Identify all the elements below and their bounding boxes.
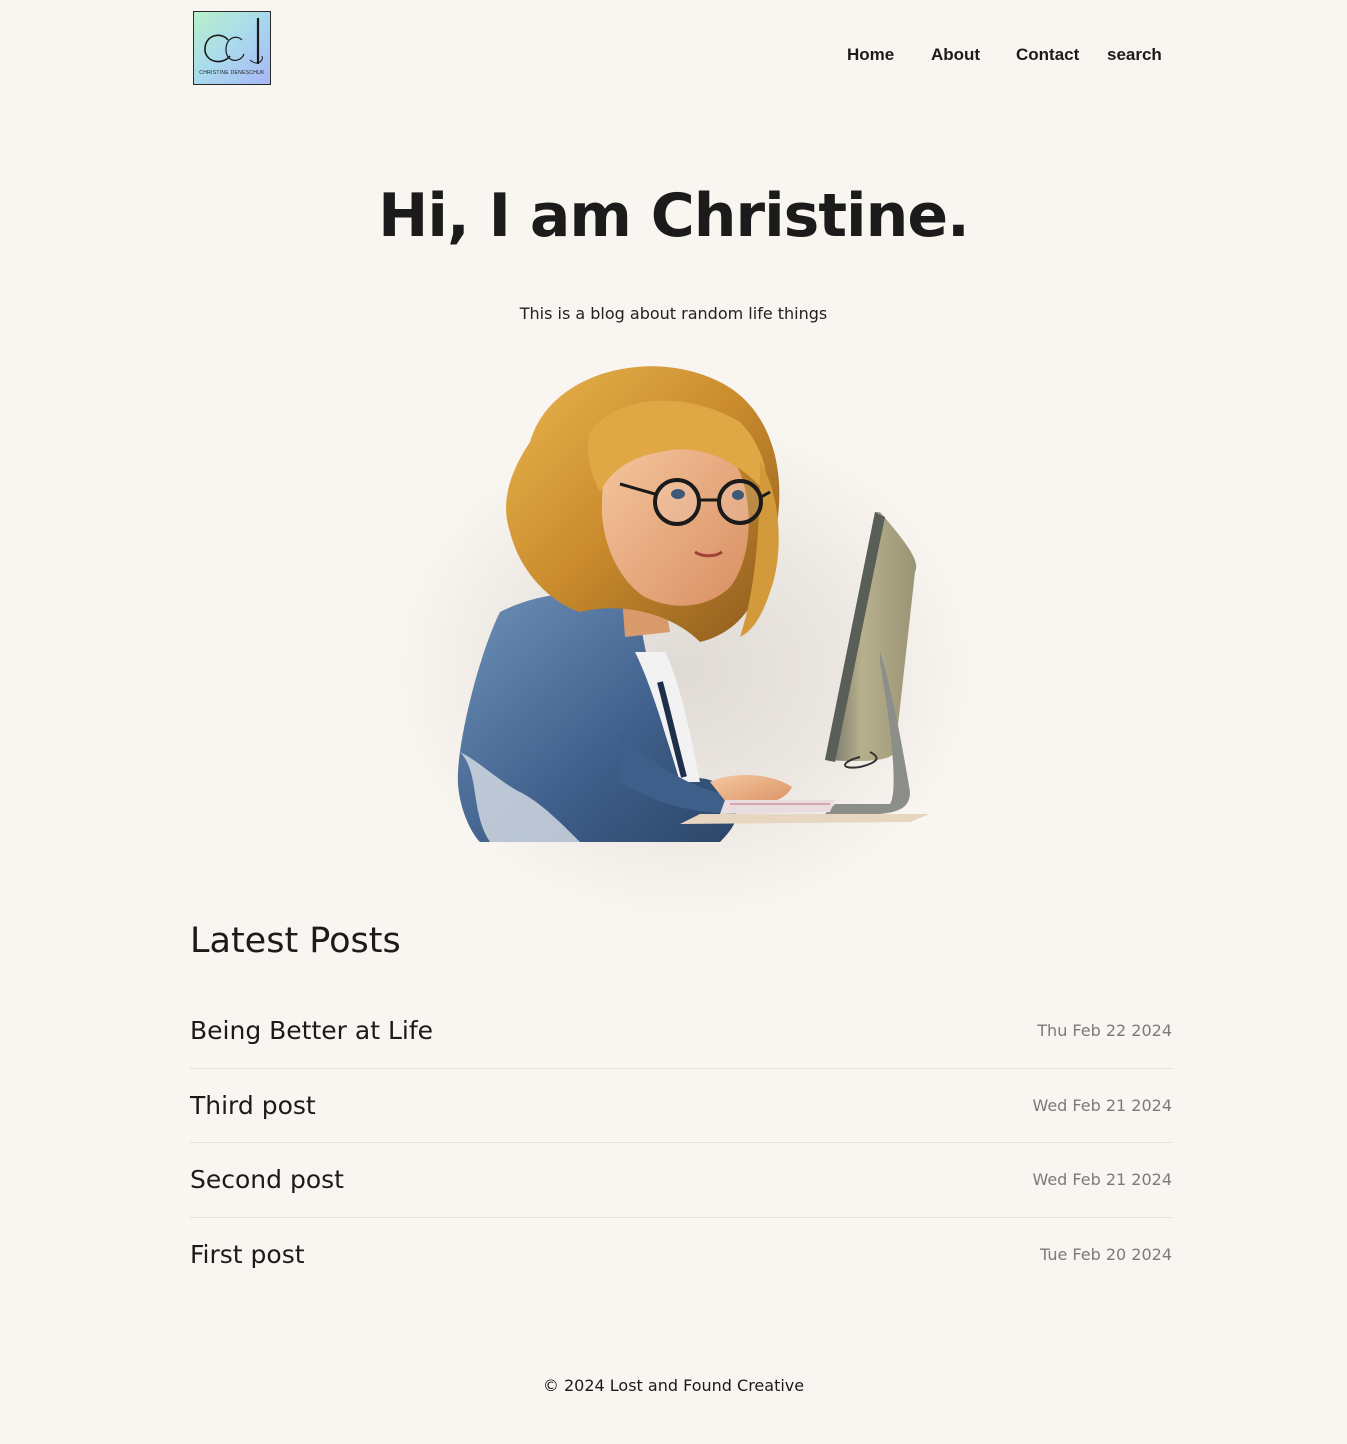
logo-caption: CHRISTINE DENESCHUK [199, 70, 265, 76]
post-date: Wed Feb 21 2024 [1032, 1170, 1172, 1190]
post-list: Being Better at Life Thu Feb 22 2024 Thi… [190, 994, 1172, 1292]
nav-about-link[interactable]: About [931, 44, 980, 66]
post-item-being-better-at-life[interactable]: Being Better at Life Thu Feb 22 2024 [190, 994, 1172, 1069]
nav-contact-link[interactable]: Contact [1016, 44, 1079, 66]
footer-copyright: © 2024 Lost and Found Creative [542, 1376, 805, 1395]
nav-search-link[interactable]: search [1107, 44, 1162, 66]
post-date: Tue Feb 20 2024 [1040, 1245, 1172, 1265]
post-title: Being Better at Life [190, 1016, 434, 1046]
post-item-third-post[interactable]: Third post Wed Feb 21 2024 [190, 1069, 1172, 1143]
post-title: Second post [190, 1165, 344, 1195]
post-item-second-post[interactable]: Second post Wed Feb 21 2024 [190, 1143, 1172, 1218]
post-title: First post [190, 1240, 305, 1270]
nav-home-link[interactable]: Home [847, 44, 894, 66]
main-nav: Home About Contact search [0, 44, 1347, 66]
hero-title: Hi, I am Christine. [378, 181, 970, 251]
post-title: Third post [190, 1090, 316, 1120]
post-date: Thu Feb 22 2024 [1037, 1021, 1172, 1041]
latest-posts-heading: Latest Posts [190, 921, 401, 961]
hero-subtitle: This is a blog about random life things [519, 304, 828, 323]
post-date: Wed Feb 21 2024 [1032, 1095, 1172, 1115]
hero-illustration [457, 366, 930, 842]
post-item-first-post[interactable]: First post Tue Feb 20 2024 [190, 1218, 1172, 1293]
